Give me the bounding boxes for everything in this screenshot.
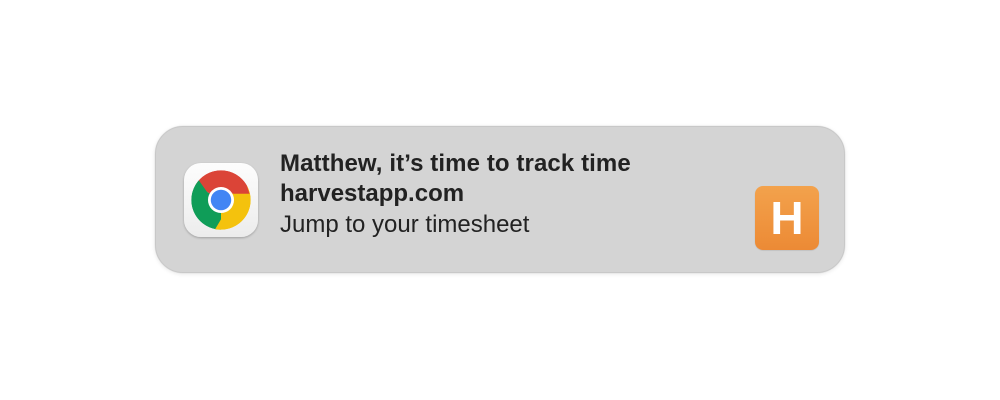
chrome-icon <box>184 163 258 237</box>
notification-banner[interactable]: Matthew, it’s time to track time harvest… <box>155 126 845 273</box>
screen: Matthew, it’s time to track time harvest… <box>0 0 1000 400</box>
notification-body: Jump to your timesheet <box>280 211 530 238</box>
notification-subtitle: harvestapp.com <box>280 180 465 207</box>
notification-text: Matthew, it’s time to track time harvest… <box>280 149 740 241</box>
harvest-logo-icon: H <box>755 186 819 250</box>
notification-title: Matthew, it’s time to track time <box>280 150 631 177</box>
harvest-logo-letter: H <box>770 192 804 244</box>
